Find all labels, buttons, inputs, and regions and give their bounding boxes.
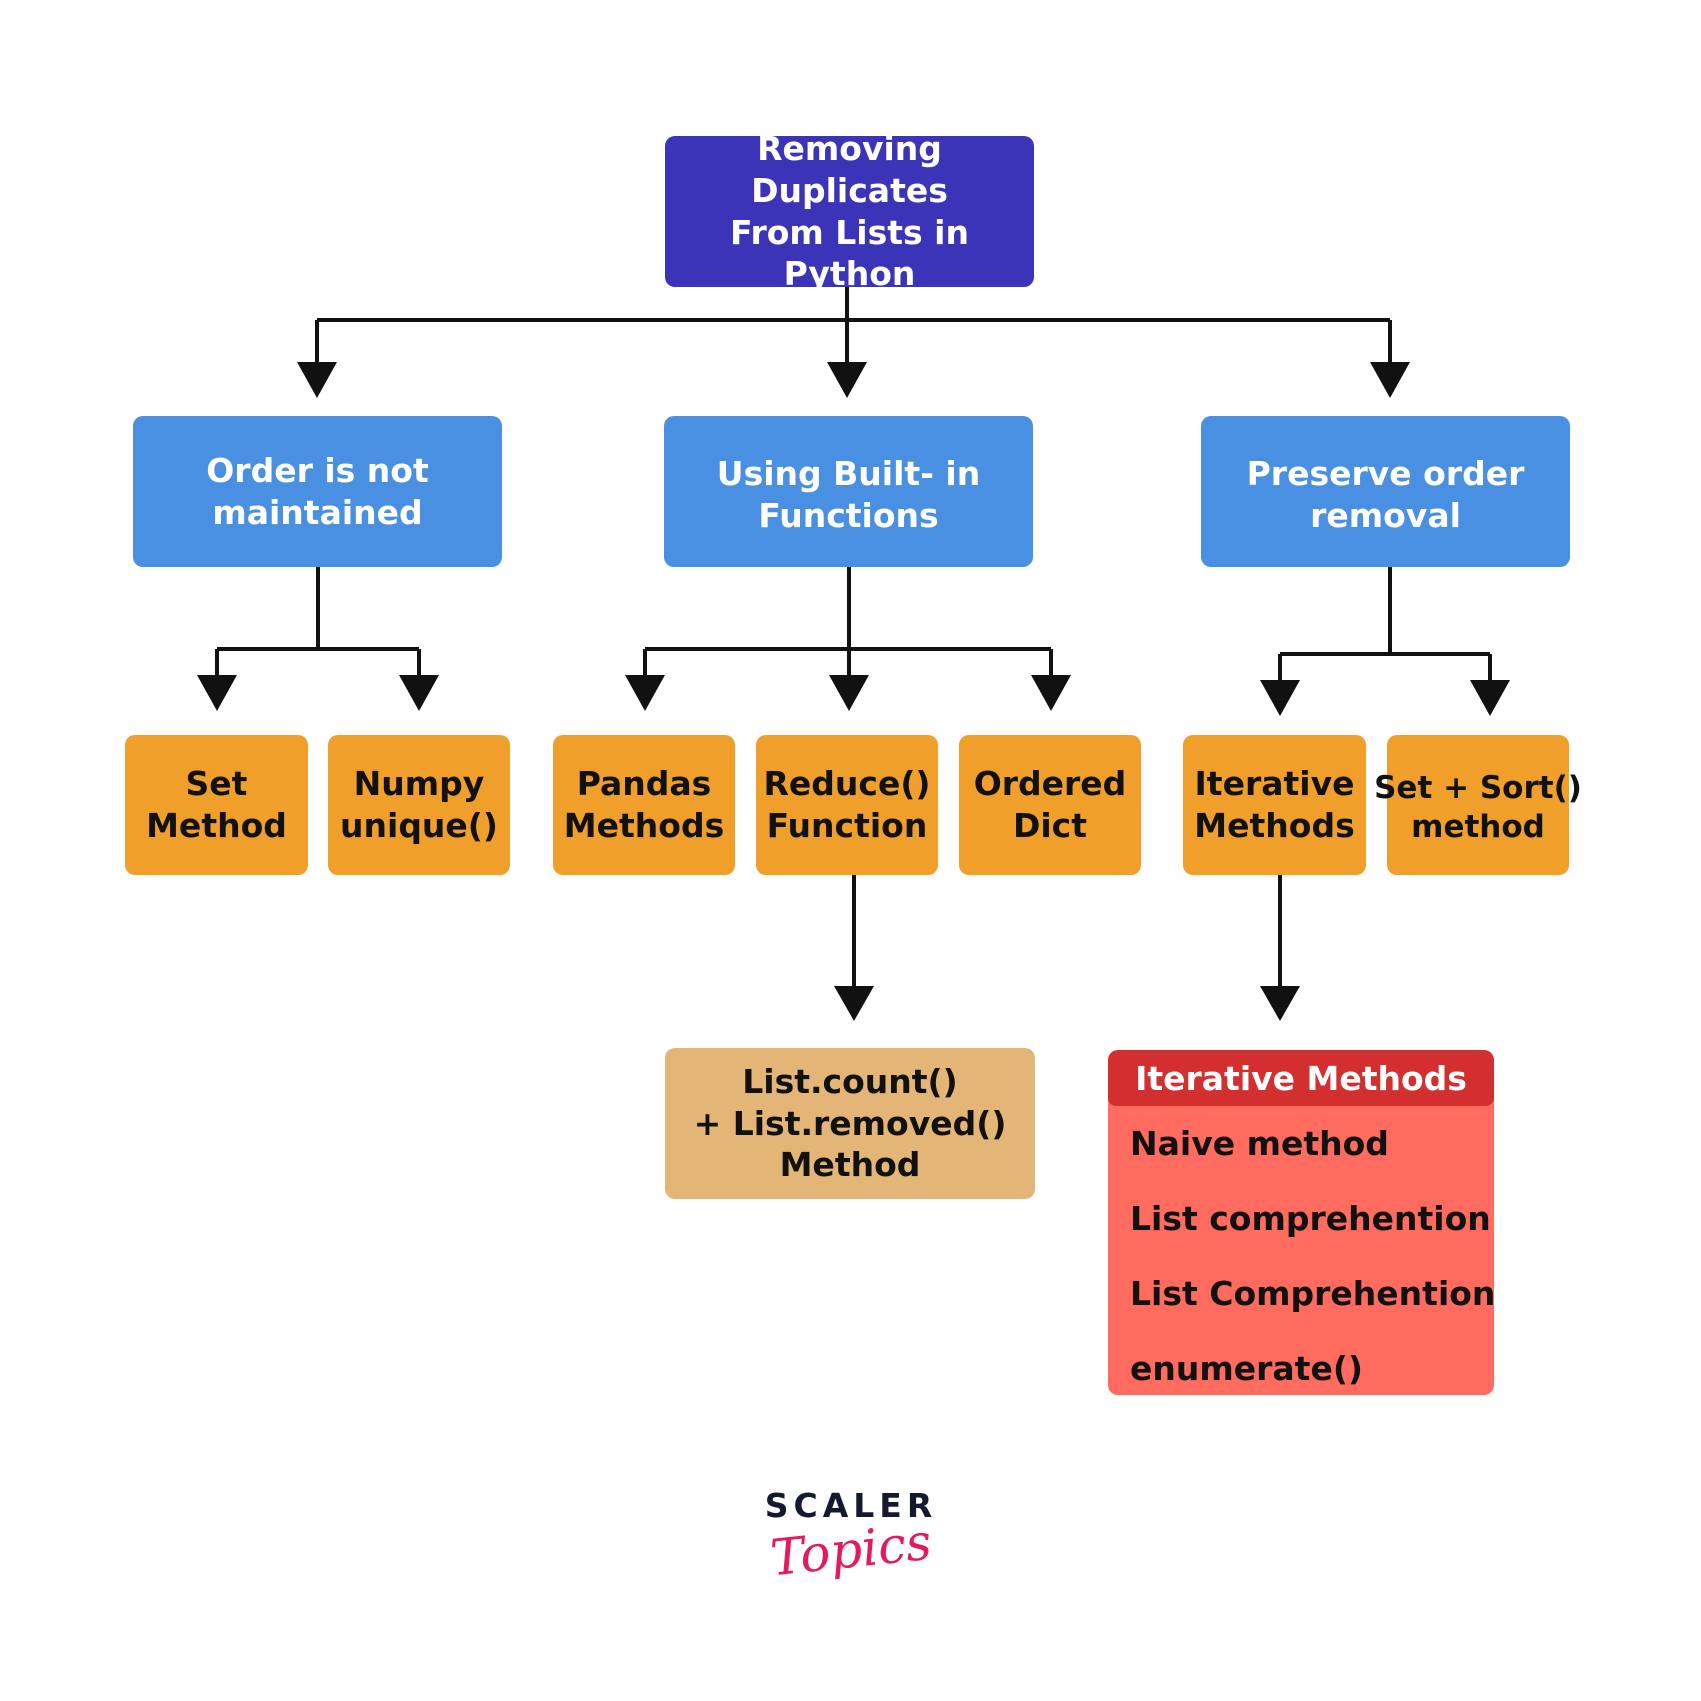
leaf-set-method: Set Method [125,735,308,875]
leaf-label-line: Methods [1194,806,1355,845]
leaf-label-line: Reduce() [763,764,931,804]
iterative-detail-list: Naive method List comprehention List Com… [1108,1106,1494,1395]
category-order-not-maintained: Order is not maintained [133,416,502,567]
arrow-head-icon [399,675,439,711]
leaf-label-line: Dict [1012,806,1088,845]
leaf-label-line: Set + Sort() [1374,769,1582,806]
category-label-line: removal [1310,495,1461,535]
arrow-head-icon [829,675,869,711]
leaf-label-line: Iterative [1194,764,1355,804]
category-label-line: Using Built- in [716,453,981,493]
leaf-set-sort-method: Set + Sort() method [1374,735,1582,875]
leaf-label-line: Function [766,806,928,845]
reduce-detail-line: + List.removed() [693,1103,1007,1143]
list-item: Naive method [1130,1124,1389,1163]
root-node-line: From Lists in Python [730,212,969,294]
leaf-pandas-methods: Pandas Methods [553,735,735,875]
leaf-label-line: Set [185,764,248,804]
category-label-line: Preserve order [1246,453,1525,493]
arrow-head-icon [297,362,337,398]
leaf-reduce-function: Reduce() Function [756,735,938,875]
leaf-label-line: method [1411,809,1545,845]
arrow-head-icon [625,675,665,711]
leaf-numpy-unique: Numpy unique() [328,735,510,875]
root-node: Removing Duplicates From Lists in Python [665,129,1034,293]
category-preserve-order: Preserve order removal [1201,416,1570,567]
category-label-line: Functions [758,495,939,535]
category-label-line: maintained [212,492,423,532]
leaf-label-line: Method [146,806,287,845]
leaf-label-line: unique() [340,806,498,845]
leaf-label-line: Numpy [353,764,485,804]
reduce-detail-line: List.count() [742,1061,958,1101]
arrow-head-icon [1260,986,1300,1021]
arrow-head-icon [827,362,867,398]
list-item: enumerate() [1130,1349,1363,1388]
scaler-topics-logo: SCALER Topics [751,1486,951,1606]
reduce-detail-line: Method [779,1145,921,1185]
leaf-iterative-methods: Iterative Methods [1183,735,1366,875]
arrow-head-icon [1370,362,1410,398]
iterative-detail-node: Iterative Methods Naive method List comp… [1108,1050,1494,1395]
category-label-line: Order is not [206,450,429,490]
leaf-label-line: Pandas [576,764,712,804]
reduce-detail-node: List.count() + List.removed() Method [665,1048,1035,1199]
leaf-label-line: Methods [563,806,725,845]
leaf-label-line: Ordered [973,764,1127,804]
arrow-head-icon [1031,675,1071,711]
root-node-line: Removing Duplicates [751,128,948,210]
list-item: List Comprehention + [1130,1274,1494,1313]
leaf-ordered-dict: Ordered Dict [959,735,1141,875]
arrow-head-icon [1260,680,1300,716]
arrow-head-icon [197,675,237,711]
category-built-in-functions: Using Built- in Functions [664,416,1033,567]
list-item: List comprehention [1130,1199,1491,1238]
arrow-head-icon [1470,680,1510,716]
iterative-detail-header: Iterative Methods [1108,1050,1494,1106]
arrow-head-icon [834,986,874,1021]
